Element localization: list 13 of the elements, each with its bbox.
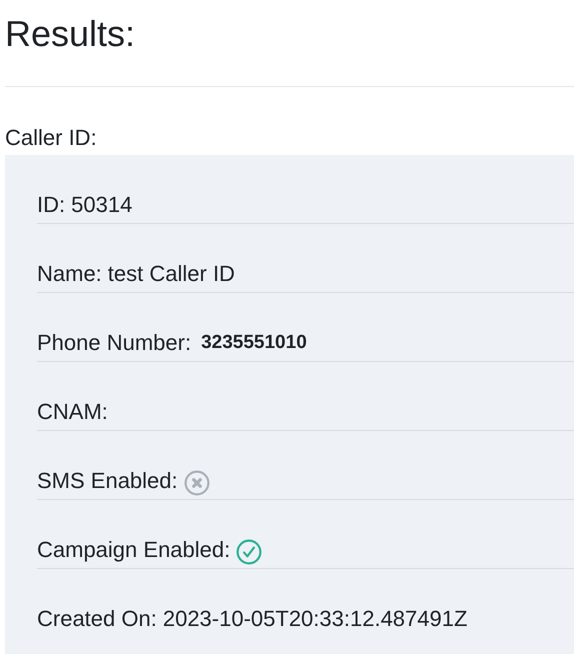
section-label: Caller ID: [5,125,97,151]
field-label: CNAM: [37,399,108,425]
field-label: Phone Number: [37,330,192,356]
field-label: Campaign Enabled: [37,537,230,563]
field-label: Name: [37,261,102,287]
field-value: test Caller ID [108,261,235,287]
field-value: 50314 [71,192,132,218]
field-label: ID: [37,192,66,218]
page-title: Results: [5,12,136,56]
phone-number: 3235551010 [201,331,307,355]
field-label: Created On: [37,606,157,632]
field-label: SMS Enabled: [37,468,178,494]
field-value: 2023-10-05T20:33:12.487491Z [162,606,468,632]
